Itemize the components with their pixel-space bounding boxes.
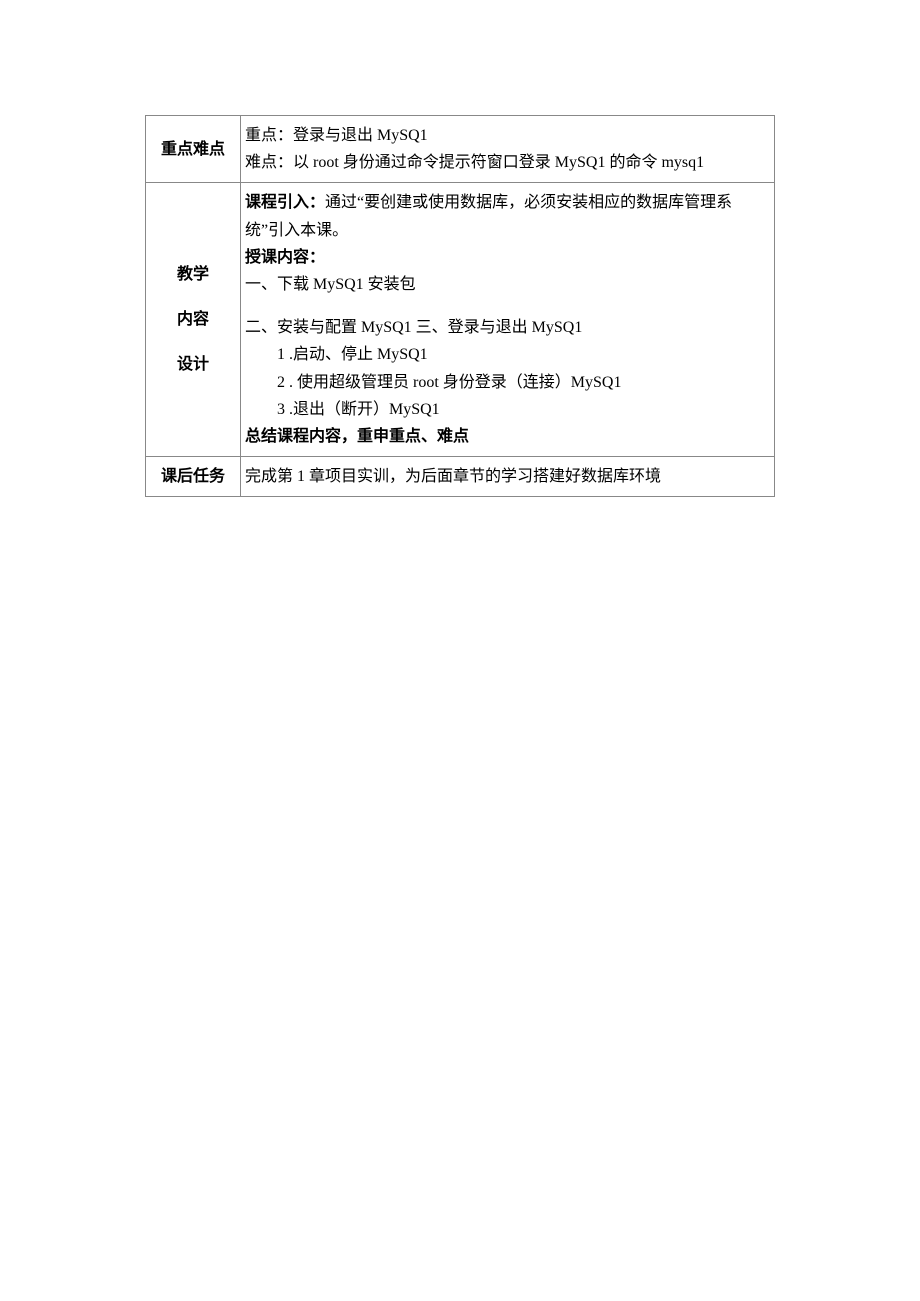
row2-content: 课程引入：通过“要创建或使用数据库，必须安装相应的数据库管理系统”引入本课。 授… <box>241 183 775 457</box>
row1-label: 重点难点 <box>146 116 241 183</box>
item-1: 1 .启动、停止 MySQ1 <box>245 341 770 368</box>
table-row: 课后任务 完成第 1 章项目实训，为后面章节的学习搭建好数据库环境 <box>146 457 775 497</box>
table-row: 教学 内容 设计 课程引入：通过“要创建或使用数据库，必须安装相应的数据库管理系… <box>146 183 775 457</box>
item-3: 3 .退出（断开）MySQ1 <box>245 396 770 423</box>
row2-label-2: 内容 <box>177 306 209 333</box>
row2-label-3: 设计 <box>177 351 209 378</box>
item-2: 2 . 使用超级管理员 root 身份登录（连接）MySQ1 <box>245 369 770 396</box>
row1-line2: 难点：以 root 身份通过命令提示符窗口登录 MySQ1 的命令 mysq1 <box>245 149 770 176</box>
row2-label-stack: 教学 内容 设计 <box>150 261 236 379</box>
row3-label: 课后任务 <box>146 457 241 497</box>
section-1: 一、下载 MySQ1 安装包 <box>245 271 770 298</box>
summary: 总结课程内容，重申重点、难点 <box>245 423 770 450</box>
table-row: 重点难点 重点：登录与退出 MySQ1 难点：以 root 身份通过命令提示符窗… <box>146 116 775 183</box>
row2-label: 教学 内容 设计 <box>146 183 241 457</box>
intro-line: 课程引入：通过“要创建或使用数据库，必须安装相应的数据库管理系统”引入本课。 <box>245 189 770 243</box>
section-2: 二、安装与配置 MySQ1 三、登录与退出 MySQ1 <box>245 314 770 341</box>
row1-content: 重点：登录与退出 MySQ1 难点：以 root 身份通过命令提示符窗口登录 M… <box>241 116 775 183</box>
row2-label-1: 教学 <box>177 261 209 288</box>
spacer <box>245 298 770 314</box>
row3-content: 完成第 1 章项目实训，为后面章节的学习搭建好数据库环境 <box>241 457 775 497</box>
teach-label: 授课内容： <box>245 244 770 271</box>
intro-label: 课程引入： <box>245 194 325 211</box>
lesson-plan-table: 重点难点 重点：登录与退出 MySQ1 难点：以 root 身份通过命令提示符窗… <box>145 115 775 497</box>
row1-line1: 重点：登录与退出 MySQ1 <box>245 122 770 149</box>
